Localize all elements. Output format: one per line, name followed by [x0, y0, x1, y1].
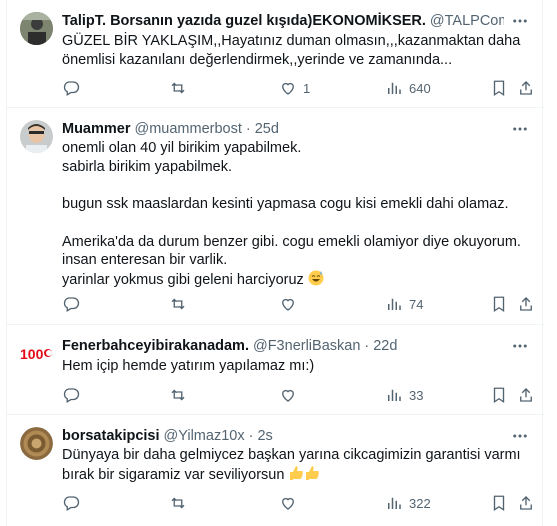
- more-icon[interactable]: [510, 427, 530, 445]
- tweet-text-content: onemli olan 40 yil birikim yapabilmek. s…: [62, 140, 521, 288]
- separator-dot: ·: [248, 428, 254, 444]
- retweet-button[interactable]: [169, 294, 187, 314]
- like-button[interactable]: [279, 294, 297, 314]
- views-icon: [388, 82, 401, 94]
- bookmark-icon: [493, 387, 505, 404]
- like-button[interactable]: [279, 493, 297, 513]
- user-handle[interactable]: @muammerbost: [135, 120, 242, 138]
- retweet-button[interactable]: [169, 493, 187, 513]
- bookmark-icon: [493, 296, 505, 313]
- user-handle[interactable]: @F3nerliBaskan: [253, 337, 360, 355]
- tweet-header: Fenerbahceyibirakanadam. @F3nerliBaskan …: [62, 337, 504, 355]
- tweet[interactable]: TalipT. Borsanın yazıda guzel kışıda)EKO…: [7, 0, 544, 108]
- reply-icon: [63, 496, 80, 511]
- separator-dot: ·: [245, 121, 251, 137]
- reply-button[interactable]: [62, 385, 80, 405]
- retweet-button[interactable]: [169, 78, 187, 98]
- tweet[interactable]: borsatakipcisi @Yilmaz10x · 2s Dünyaya b…: [7, 415, 544, 526]
- avatar[interactable]: [20, 120, 53, 153]
- timestamp[interactable]: 2s: [257, 427, 272, 445]
- more-icon[interactable]: [510, 120, 530, 138]
- share-button[interactable]: [517, 385, 535, 405]
- like-count: 1: [303, 80, 311, 96]
- avatar[interactable]: [20, 427, 53, 460]
- tweet-feed: TalipT. Borsanın yazıda guzel kışıda)EKO…: [6, 0, 544, 526]
- tweet-text: onemli olan 40 yil birikim yapabilmek. s…: [62, 139, 532, 290]
- bookmark-icon: [493, 495, 505, 512]
- like-icon: [282, 82, 294, 95]
- share-icon: [520, 81, 532, 95]
- view-count: 74: [409, 296, 424, 312]
- retweet-icon: [171, 497, 185, 509]
- share-button[interactable]: [517, 493, 535, 513]
- views-icon: [388, 389, 401, 401]
- display-name[interactable]: Fenerbahceyibirakanadam.: [62, 337, 249, 355]
- user-handle[interactable]: @TALPCom: [430, 12, 504, 30]
- views-icon: [388, 497, 401, 509]
- timestamp[interactable]: 25d: [255, 120, 279, 138]
- tweet-header: borsatakipcisi @Yilmaz10x · 2s: [62, 427, 504, 445]
- tweet[interactable]: 100 Fenerbahceyibirakanadam. @F3nerliBas…: [7, 325, 544, 415]
- bookmark-button[interactable]: [490, 294, 508, 314]
- thumbs-up-emoji-icon: [306, 465, 320, 480]
- reply-button[interactable]: [62, 493, 80, 513]
- views-button[interactable]: 74: [385, 294, 423, 314]
- tweet[interactable]: Muammer @muammerbost · 25d onemli olan 4…: [7, 108, 544, 325]
- action-bar: 322: [62, 493, 532, 513]
- reply-button[interactable]: [62, 78, 80, 98]
- share-button[interactable]: [517, 294, 535, 314]
- retweet-button[interactable]: [169, 385, 187, 405]
- tweet-text: GÜZEL BİR YAKLAŞIM,,Hayatınız duman olma…: [62, 33, 521, 68]
- like-icon: [282, 497, 294, 510]
- reply-icon: [63, 297, 80, 312]
- bookmark-button[interactable]: [490, 78, 508, 98]
- display-name[interactable]: TalipT. Borsanın yazıda guzel kışıda)EKO…: [62, 12, 426, 30]
- like-icon: [282, 389, 294, 402]
- timestamp[interactable]: 22d: [373, 337, 397, 355]
- reply-icon: [63, 388, 80, 403]
- like-button[interactable]: 1: [279, 78, 310, 98]
- share-button[interactable]: [517, 78, 535, 98]
- share-icon: [520, 388, 532, 402]
- bookmark-button[interactable]: [490, 493, 508, 513]
- views-button[interactable]: 640: [385, 78, 431, 98]
- reply-icon: [63, 81, 80, 96]
- avatar-text: 100: [20, 346, 44, 362]
- views-button[interactable]: 322: [385, 493, 431, 513]
- share-icon: [520, 496, 532, 510]
- avatar[interactable]: [20, 12, 53, 45]
- like-icon: [282, 298, 294, 311]
- sweat-smile-emoji-icon: [308, 270, 324, 286]
- retweet-icon: [171, 298, 185, 310]
- display-name[interactable]: Muammer: [62, 120, 131, 138]
- user-handle[interactable]: @Yilmaz10x: [164, 427, 245, 445]
- display-name[interactable]: borsatakipcisi: [62, 427, 160, 445]
- action-bar: 1 640: [62, 78, 532, 98]
- more-icon[interactable]: [510, 337, 530, 355]
- separator-dot: ·: [364, 338, 370, 354]
- retweet-icon: [171, 82, 185, 94]
- tweet-text: Dünyaya bir daha gelmiycez başkan yarına…: [62, 446, 532, 484]
- view-count: 33: [409, 387, 424, 403]
- avatar[interactable]: 100: [20, 337, 53, 370]
- tweet-text: Hem içip hemde yatırım yapılamaz mı:): [62, 358, 315, 374]
- action-bar: 33: [62, 385, 532, 405]
- bookmark-button[interactable]: [490, 385, 508, 405]
- views-icon: [388, 298, 401, 310]
- more-icon[interactable]: [510, 12, 530, 30]
- tweet-header: TalipT. Borsanın yazıda guzel kışıda)EKO…: [62, 12, 504, 30]
- views-button[interactable]: 33: [385, 385, 423, 405]
- thumbs-up-emoji-icon: [290, 465, 304, 480]
- view-count: 640: [409, 80, 431, 96]
- like-button[interactable]: [279, 385, 297, 405]
- share-icon: [520, 297, 532, 311]
- bookmark-icon: [493, 80, 505, 97]
- action-bar: 74: [62, 294, 532, 314]
- view-count: 322: [409, 495, 431, 511]
- tweet-header: Muammer @muammerbost · 25d: [62, 120, 504, 138]
- reply-button[interactable]: [62, 294, 80, 314]
- retweet-icon: [171, 389, 185, 401]
